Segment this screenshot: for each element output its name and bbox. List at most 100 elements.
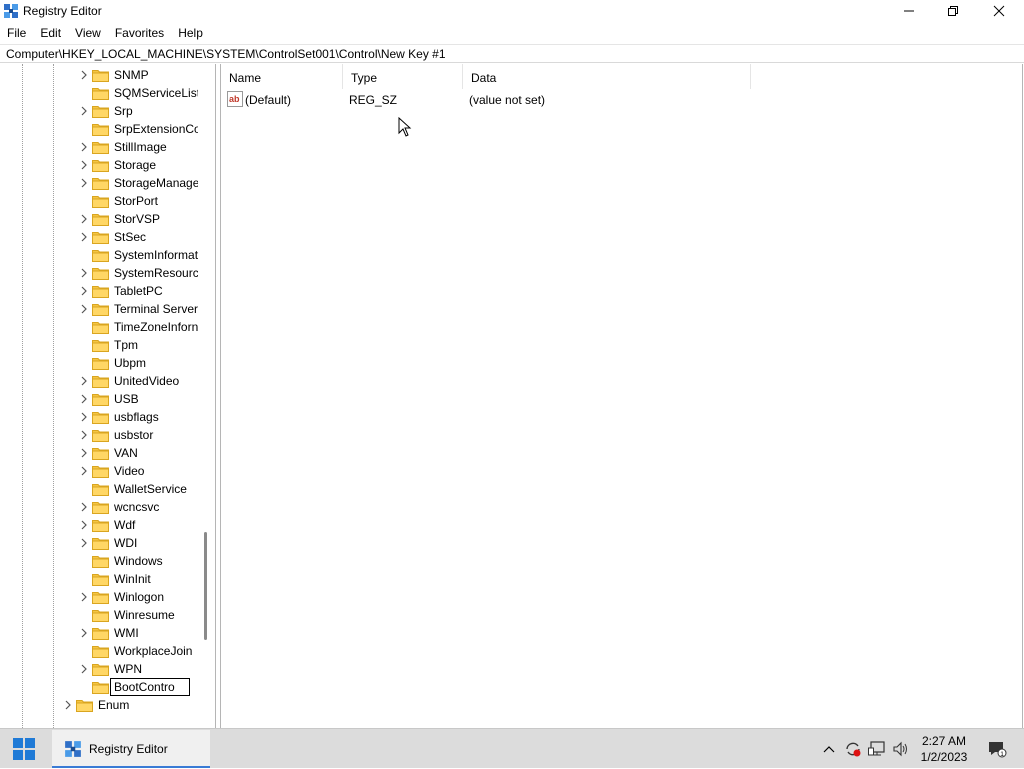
chevron-right-icon[interactable] [79, 537, 89, 549]
tree-node[interactable]: StSec [0, 228, 200, 246]
tree-node[interactable]: Winresume [0, 606, 200, 624]
chevron-right-icon[interactable] [79, 519, 89, 531]
tree-vertical-scrollbar[interactable] [204, 532, 207, 640]
address-path[interactable]: Computer\HKEY_LOCAL_MACHINE\SYSTEM\Contr… [6, 47, 446, 61]
title-bar[interactable]: Registry Editor [0, 0, 1024, 22]
chevron-right-icon[interactable] [79, 501, 89, 513]
close-button[interactable] [976, 0, 1022, 22]
tree-node-label: WinInit [114, 572, 151, 586]
chevron-right-icon[interactable] [79, 159, 89, 171]
folder-icon [92, 592, 109, 604]
tree-node-new-key[interactable]: BootContro [0, 678, 200, 696]
tree-node-label: WPN [114, 662, 142, 676]
tree-node[interactable]: VAN [0, 444, 200, 462]
address-bar[interactable]: Computer\HKEY_LOCAL_MACHINE\SYSTEM\Contr… [0, 44, 1024, 63]
show-hidden-icons-button[interactable] [818, 729, 840, 769]
taskbar-clock[interactable]: 2:27 AM 1/2/2023 [912, 733, 976, 765]
tree-node[interactable]: Wdf [0, 516, 200, 534]
tree-node[interactable]: wcncsvc [0, 498, 200, 516]
tree-node[interactable]: Video [0, 462, 200, 480]
column-header-type[interactable]: Type [343, 64, 463, 89]
rename-key-input[interactable]: BootContro [110, 678, 190, 696]
folder-icon [92, 376, 109, 388]
tree-node[interactable]: StorVSP [0, 210, 200, 228]
key-tree-pane[interactable]: SNMP SQMServiceList Srp SrpExtensionCo Still… [0, 64, 216, 728]
chevron-right-icon[interactable] [79, 591, 89, 603]
restore-button[interactable] [930, 0, 976, 22]
tree-node[interactable]: WinInit [0, 570, 200, 588]
volume-tray-button[interactable] [890, 729, 912, 769]
chevron-right-icon[interactable] [79, 447, 89, 459]
menu-help[interactable]: Help [171, 23, 210, 43]
chevron-right-icon[interactable] [79, 285, 89, 297]
chevron-right-icon[interactable] [79, 177, 89, 189]
tree-node[interactable]: usbflags [0, 408, 200, 426]
chevron-right-icon[interactable] [79, 141, 89, 153]
folder-icon [92, 196, 109, 208]
chevron-right-icon[interactable] [79, 663, 89, 675]
tree-node[interactable]: SystemInformat [0, 246, 200, 264]
chevron-right-icon[interactable] [79, 627, 89, 639]
tree-node[interactable]: StorageManage [0, 174, 200, 192]
tree-node[interactable]: Ubpm [0, 354, 200, 372]
tree-node[interactable]: TabletPC [0, 282, 200, 300]
chevron-right-icon[interactable] [79, 393, 89, 405]
folder-icon [92, 358, 109, 370]
tree-node[interactable]: WorkplaceJoin [0, 642, 200, 660]
chevron-right-icon[interactable] [79, 465, 89, 477]
tree-node[interactable]: Storage [0, 156, 200, 174]
tree-node-enum[interactable]: Enum [0, 696, 200, 714]
menu-file[interactable]: File [0, 23, 33, 43]
tree-node[interactable]: WPN [0, 660, 200, 678]
network-tray-button[interactable] [866, 729, 888, 769]
chevron-right-icon[interactable] [79, 411, 89, 423]
tree-node-label: USB [114, 392, 139, 406]
minimize-icon [904, 10, 914, 12]
tree-node[interactable]: Srp [0, 102, 200, 120]
chevron-right-icon[interactable] [79, 267, 89, 279]
notification-center-button[interactable]: 1 [984, 729, 1010, 769]
tree-node[interactable]: WDI [0, 534, 200, 552]
menu-view[interactable]: View [68, 23, 108, 43]
tree-node-label: Srp [114, 104, 133, 118]
chevron-right-icon[interactable] [79, 213, 89, 225]
column-header-name[interactable]: Name [221, 64, 343, 89]
tree-node[interactable]: Tpm [0, 336, 200, 354]
tree-node[interactable]: SystemResource [0, 264, 200, 282]
security-tray-button[interactable] [842, 729, 864, 769]
tree-node[interactable]: UnitedVideo [0, 372, 200, 390]
tree-node[interactable]: TimeZoneInforn [0, 318, 200, 336]
chevron-right-icon[interactable] [79, 375, 89, 387]
registry-editor-window: Registry Editor File Edit View Favorites… [0, 0, 1024, 728]
tree-node[interactable]: WMI [0, 624, 200, 642]
minimize-button[interactable] [886, 0, 932, 22]
chevron-right-icon[interactable] [63, 699, 73, 711]
chevron-right-icon[interactable] [79, 105, 89, 117]
value-row-default[interactable]: ab (Default) REG_SZ (value not set) [221, 90, 821, 108]
tree-node[interactable]: SQMServiceList [0, 84, 200, 102]
menu-favorites[interactable]: Favorites [108, 23, 171, 43]
folder-icon [92, 214, 109, 226]
tree-node[interactable]: StorPort [0, 192, 200, 210]
tree-node[interactable]: USB [0, 390, 200, 408]
tree-node[interactable]: Windows [0, 552, 200, 570]
tree-node[interactable]: SrpExtensionCo [0, 120, 200, 138]
tree-node[interactable]: Terminal Server [0, 300, 200, 318]
chevron-right-icon[interactable] [79, 429, 89, 441]
tree-node[interactable]: StillImage [0, 138, 200, 156]
tree-node[interactable]: WalletService [0, 480, 200, 498]
start-button[interactable] [0, 729, 48, 769]
chevron-right-icon[interactable] [79, 303, 89, 315]
value-type: REG_SZ [349, 93, 398, 107]
tree-node[interactable]: SNMP [0, 66, 200, 84]
column-header-data[interactable]: Data [463, 64, 751, 89]
chevron-right-icon[interactable] [79, 231, 89, 243]
tree-node[interactable]: usbstor [0, 426, 200, 444]
values-list-pane[interactable]: Name Type Data ab (Default) REG_SZ (valu… [220, 64, 1023, 728]
tree-node-label: usbstor [114, 428, 154, 442]
folder-icon [92, 556, 109, 568]
tree-node[interactable]: Winlogon [0, 588, 200, 606]
menu-edit[interactable]: Edit [33, 23, 68, 43]
taskbar-registry-editor[interactable]: Registry Editor [52, 730, 210, 768]
chevron-right-icon[interactable] [79, 69, 89, 81]
